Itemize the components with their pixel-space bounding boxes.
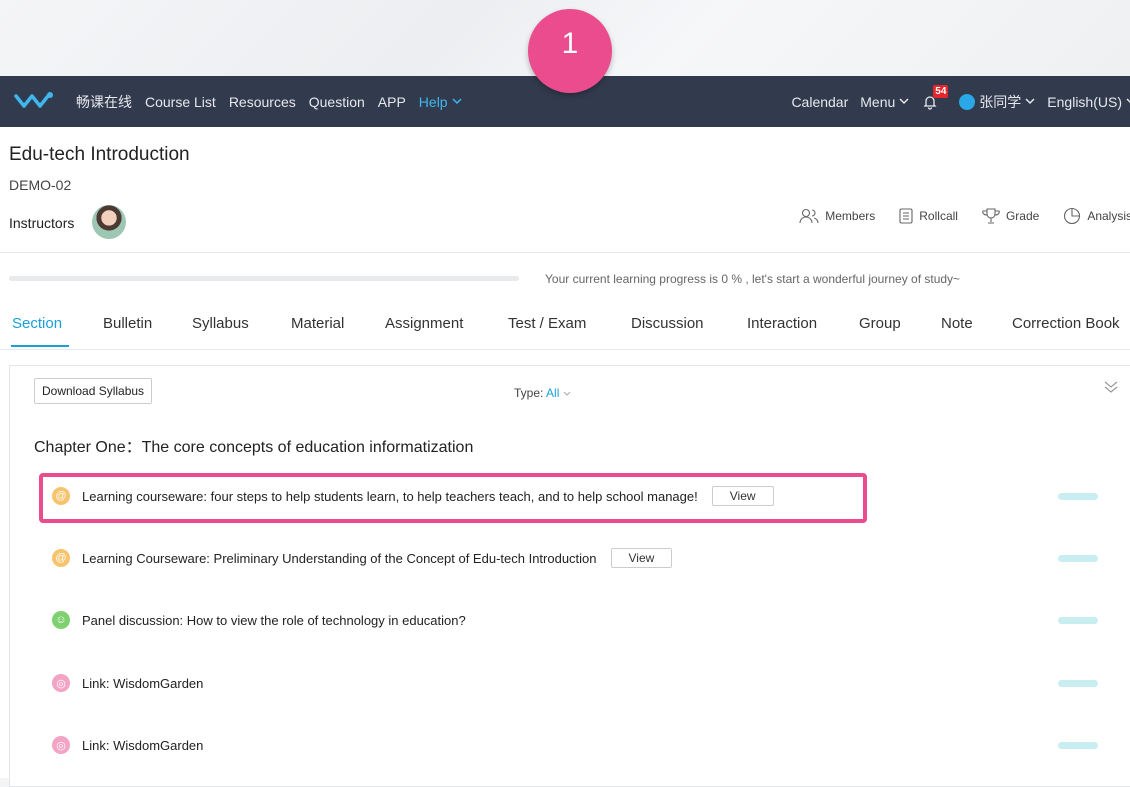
rollcall-label: Rollcall — [919, 209, 958, 223]
nav-right-items: Calendar Menu 54 张同学 English(US) — [791, 76, 1130, 127]
tab-section[interactable]: Section — [12, 315, 62, 332]
nav-item-question[interactable]: Question — [309, 94, 365, 110]
tab-group[interactable]: Group — [859, 315, 901, 332]
item-progress-bar — [1058, 680, 1098, 687]
list-item[interactable]: ◎ Link: WisdomGarden — [52, 735, 203, 755]
view-button[interactable]: View — [610, 548, 673, 568]
course-title: Edu-tech Introduction — [9, 144, 190, 165]
list-item[interactable]: ◎ Link: WisdomGarden — [52, 673, 203, 693]
nav-item-menu[interactable]: Menu — [860, 94, 909, 110]
nav-item-calendar[interactable]: Calendar — [791, 94, 848, 110]
tab-discussion[interactable]: Discussion — [631, 315, 704, 332]
list-item[interactable]: @ Learning courseware: four steps to hel… — [52, 486, 774, 506]
active-tab-indicator — [11, 345, 69, 347]
item-label: Link: WisdomGarden — [82, 737, 204, 753]
item-label: Learning courseware: four steps to help … — [82, 488, 698, 504]
trophy-icon — [982, 208, 1000, 224]
step-number: 1 — [561, 27, 579, 60]
tab-interaction[interactable]: Interaction — [747, 315, 817, 332]
tab-syllabus[interactable]: Syllabus — [192, 315, 249, 332]
user-menu[interactable]: 张同学 — [951, 92, 1035, 112]
chevron-down-icon — [1126, 98, 1130, 104]
learning-progress-bar — [9, 276, 519, 281]
view-button[interactable]: View — [711, 486, 774, 506]
divider — [0, 252, 1130, 253]
double-chevron-down-icon[interactable] — [1103, 380, 1119, 394]
chevron-down-icon — [563, 391, 571, 396]
members-label: Members — [825, 209, 876, 223]
list-item[interactable]: @ Learning Courseware: Preliminary Under… — [52, 548, 673, 568]
type-filter[interactable]: Type: All — [514, 386, 571, 400]
step-number-badge: 1 — [528, 9, 612, 93]
grade-tool[interactable]: Grade — [982, 208, 1039, 224]
nav-item-help[interactable]: Help — [419, 94, 462, 110]
divider — [0, 349, 1130, 350]
help-label: Help — [418, 93, 448, 110]
user-name: 张同学 — [979, 93, 1022, 110]
members-tool[interactable]: Members — [799, 208, 875, 224]
rollcall-tool[interactable]: Rollcall — [899, 208, 958, 224]
members-icon — [799, 208, 819, 224]
notification-count-badge: 54 — [933, 84, 949, 98]
language-selector[interactable]: English(US) — [1047, 94, 1130, 110]
course-code: DEMO-02 — [9, 177, 72, 193]
menu-label: Menu — [860, 93, 896, 110]
item-progress-bar — [1058, 493, 1098, 500]
tab-note[interactable]: Note — [941, 315, 973, 332]
tab-correction-book[interactable]: Correction Book — [1012, 315, 1120, 332]
course-page: Edu-tech Introduction DEMO-02 Instructor… — [0, 127, 1130, 787]
analysis-label: Analysis — [1087, 209, 1130, 223]
download-syllabus-button[interactable]: Download Syllabus — [34, 378, 153, 404]
item-progress-bar — [1058, 742, 1098, 749]
tab-material[interactable]: Material — [291, 315, 344, 332]
list-item[interactable]: ☺ Panel discussion: How to view the role… — [52, 610, 466, 630]
instructors-label: Instructors — [9, 215, 75, 231]
course-tools: Members Rollcall Grade Analysis — [799, 207, 1130, 225]
user-avatar — [959, 93, 976, 110]
discussion-icon: ☺ — [52, 611, 70, 629]
instructor-avatar[interactable] — [92, 205, 126, 239]
syllabus-panel: Download Syllabus Type: All Chapter One：… — [9, 365, 1130, 787]
item-progress-bar — [1058, 555, 1098, 562]
item-progress-bar — [1058, 617, 1098, 624]
chevron-down-icon — [1025, 98, 1035, 105]
pie-chart-icon — [1064, 207, 1081, 225]
chapter-title: Chapter One：The core concepts of educati… — [34, 439, 474, 456]
analysis-tool[interactable]: Analysis — [1063, 207, 1130, 225]
item-label: Link: WisdomGarden — [82, 675, 204, 691]
learning-progress-text: Your current learning progress is 0 % , … — [545, 272, 961, 286]
grade-label: Grade — [1005, 209, 1040, 223]
wisdomgarden-logo-icon[interactable] — [14, 90, 56, 110]
nav-left-items: 畅课在线 Course List Resources Question APP … — [76, 76, 462, 127]
courseware-icon: @ — [52, 487, 70, 505]
tab-test-exam[interactable]: Test / Exam — [508, 315, 586, 332]
rollcall-icon — [899, 208, 913, 224]
type-value: All — [546, 386, 560, 400]
course-tabs: Section Bulletin Syllabus Material Assig… — [0, 311, 1130, 349]
type-label: Type: — [514, 386, 544, 400]
chevron-down-icon — [899, 98, 909, 105]
link-icon: ◎ — [52, 674, 70, 692]
notification-bell-icon[interactable]: 54 — [921, 84, 949, 111]
nav-item-course-list[interactable]: Course List — [145, 94, 216, 110]
courseware-icon: @ — [52, 549, 70, 567]
item-label: Panel discussion: How to view the role o… — [82, 612, 466, 628]
language-label: English(US) — [1047, 93, 1122, 110]
item-label: Learning Courseware: Preliminary Underst… — [82, 550, 597, 566]
chevron-down-icon — [452, 98, 462, 105]
tab-bulletin[interactable]: Bulletin — [103, 315, 152, 332]
nav-item-app[interactable]: APP — [378, 94, 406, 110]
link-icon: ◎ — [52, 736, 70, 754]
nav-item-changke[interactable]: 畅课在线 — [76, 92, 132, 112]
nav-item-resources[interactable]: Resources — [229, 94, 296, 110]
tab-assignment[interactable]: Assignment — [385, 315, 463, 332]
